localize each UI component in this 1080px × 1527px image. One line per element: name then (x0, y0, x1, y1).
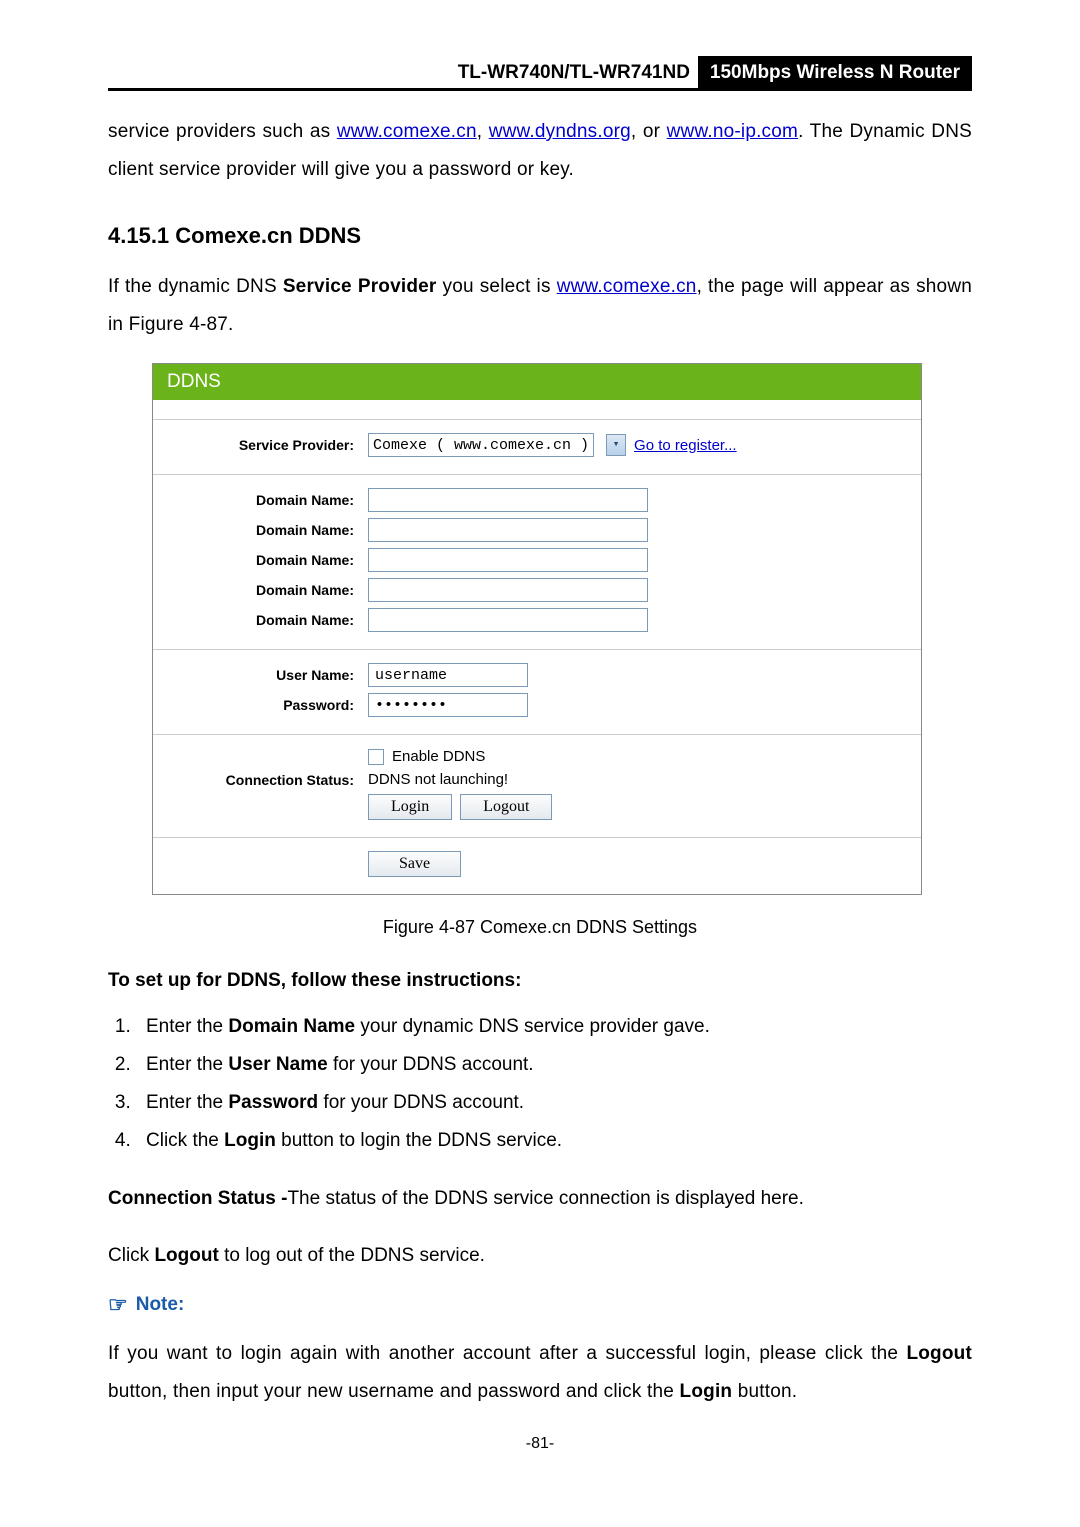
connection-status-value: DDNS not launching! (368, 771, 508, 788)
link-dyndns[interactable]: www.dyndns.org (489, 121, 631, 142)
note-paragraph: If you want to login again with another … (108, 1335, 972, 1411)
note-heading: ☞ Note: (108, 1294, 972, 1316)
link-comexe[interactable]: www.comexe.cn (337, 121, 477, 142)
label-domain-1: Domain Name: (153, 492, 368, 508)
save-button[interactable]: Save (368, 851, 461, 877)
link-noip[interactable]: www.no-ip.com (667, 121, 798, 142)
connection-status-desc: Connection Status -The status of the DDN… (108, 1180, 972, 1218)
label-domain-3: Domain Name: (153, 552, 368, 568)
enable-ddns-label: Enable DDNS (392, 748, 485, 765)
username-input[interactable] (368, 663, 528, 687)
go-to-register-link[interactable]: Go to register... (634, 437, 737, 454)
chevron-down-icon[interactable]: ▾ (606, 434, 626, 456)
logout-desc: Click Logout to log out of the DDNS serv… (108, 1237, 972, 1275)
label-domain-2: Domain Name: (153, 522, 368, 538)
page-header: TL-WR740N/TL-WR741ND 150Mbps Wireless N … (108, 56, 972, 91)
figure-caption: Figure 4-87 Comexe.cn DDNS Settings (108, 917, 972, 938)
page-number: -81- (108, 1435, 972, 1453)
instructions-heading: To set up for DDNS, follow these instruc… (108, 970, 972, 992)
logout-button[interactable]: Logout (460, 794, 552, 820)
step-4: Click the Login button to login the DDNS… (136, 1122, 972, 1160)
enable-ddns-checkbox[interactable] (368, 749, 384, 765)
domain-name-input-2[interactable] (368, 518, 648, 542)
label-service-provider: Service Provider: (153, 437, 368, 453)
step-2: Enter the User Name for your DDNS accoun… (136, 1046, 972, 1084)
label-password: Password: (153, 697, 368, 713)
service-provider-select[interactable]: Comexe ( www.comexe.cn ) (368, 433, 594, 457)
intro-paragraph: service providers such as www.comexe.cn,… (108, 113, 972, 189)
header-model: TL-WR740N/TL-WR741ND (108, 56, 698, 88)
panel-title: DDNS (153, 364, 921, 400)
domain-name-input-1[interactable] (368, 488, 648, 512)
ddns-panel: DDNS Service Provider: Comexe ( www.come… (152, 363, 922, 895)
section-paragraph: If the dynamic DNS Service Provider you … (108, 268, 972, 344)
domain-name-input-4[interactable] (368, 578, 648, 602)
password-input[interactable] (368, 693, 528, 717)
domain-name-input-3[interactable] (368, 548, 648, 572)
login-button[interactable]: Login (368, 794, 452, 820)
instructions-list: Enter the Domain Name your dynamic DNS s… (108, 1008, 972, 1160)
step-3: Enter the Password for your DDNS account… (136, 1084, 972, 1122)
label-domain-4: Domain Name: (153, 582, 368, 598)
step-1: Enter the Domain Name your dynamic DNS s… (136, 1008, 972, 1046)
label-connection-status: Connection Status: (153, 772, 368, 788)
link-comexe-2[interactable]: www.comexe.cn (557, 276, 697, 297)
label-username: User Name: (153, 667, 368, 683)
section-heading: 4.15.1 Comexe.cn DDNS (108, 223, 972, 249)
label-domain-5: Domain Name: (153, 612, 368, 628)
note-icon: ☞ (108, 1294, 128, 1316)
header-product: 150Mbps Wireless N Router (698, 56, 972, 88)
domain-name-input-5[interactable] (368, 608, 648, 632)
